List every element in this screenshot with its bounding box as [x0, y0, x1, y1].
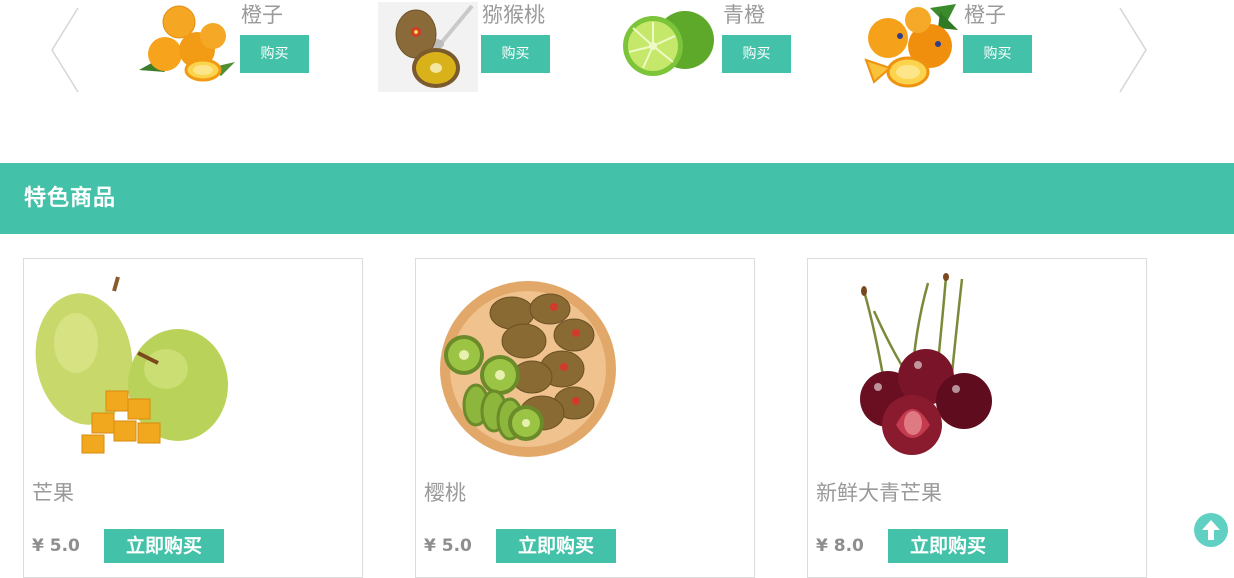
- chevron-right-icon: [1119, 7, 1147, 93]
- carousel-item-name: 猕猴桃: [482, 3, 545, 27]
- kiwi-plate-image: [440, 281, 616, 457]
- product-name: 新鲜大青芒果: [816, 481, 942, 505]
- product-price: ¥ 5.0: [424, 536, 472, 556]
- section-title: 特色商品: [24, 185, 117, 211]
- carousel-item-name: 橙子: [964, 3, 1006, 27]
- orange-image: [139, 5, 235, 82]
- product-price: ¥ 5.0: [32, 536, 80, 556]
- carousel-buy-button[interactable]: 购买: [963, 35, 1032, 73]
- product-card[interactable]: 樱桃 ¥ 5.0 立即购买: [415, 258, 755, 578]
- carousel-item-name: 青橙: [723, 3, 765, 27]
- mango-image: [35, 276, 228, 454]
- chevron-left-icon: [51, 7, 79, 93]
- cherries-image: [860, 273, 992, 455]
- product-card[interactable]: 芒果 ¥ 5.0 立即购买: [23, 258, 363, 578]
- kiwi-image: [378, 2, 478, 92]
- orange-slices-image: [864, 4, 958, 88]
- product-carousel: 橙子 购买 猕猴桃 购买 青橙 购买 橙子 购买: [0, 0, 1234, 110]
- carousel-next-button[interactable]: [1116, 6, 1150, 94]
- lime-image: [623, 11, 714, 76]
- carousel-buy-button[interactable]: 购买: [722, 35, 791, 73]
- arrow-up-icon: [1202, 520, 1220, 540]
- featured-section-header: 特色商品: [0, 163, 1234, 234]
- carousel-prev-button[interactable]: [48, 6, 82, 94]
- carousel-buy-button[interactable]: 购买: [481, 35, 550, 73]
- product-price: ¥ 8.0: [816, 536, 864, 556]
- back-to-top-button[interactable]: [1194, 513, 1228, 547]
- product-name: 芒果: [32, 481, 74, 505]
- carousel-buy-button[interactable]: 购买: [240, 35, 309, 73]
- carousel-item-name: 橙子: [241, 3, 283, 27]
- product-name: 樱桃: [424, 481, 466, 505]
- product-card[interactable]: 新鲜大青芒果 ¥ 8.0 立即购买: [807, 258, 1147, 578]
